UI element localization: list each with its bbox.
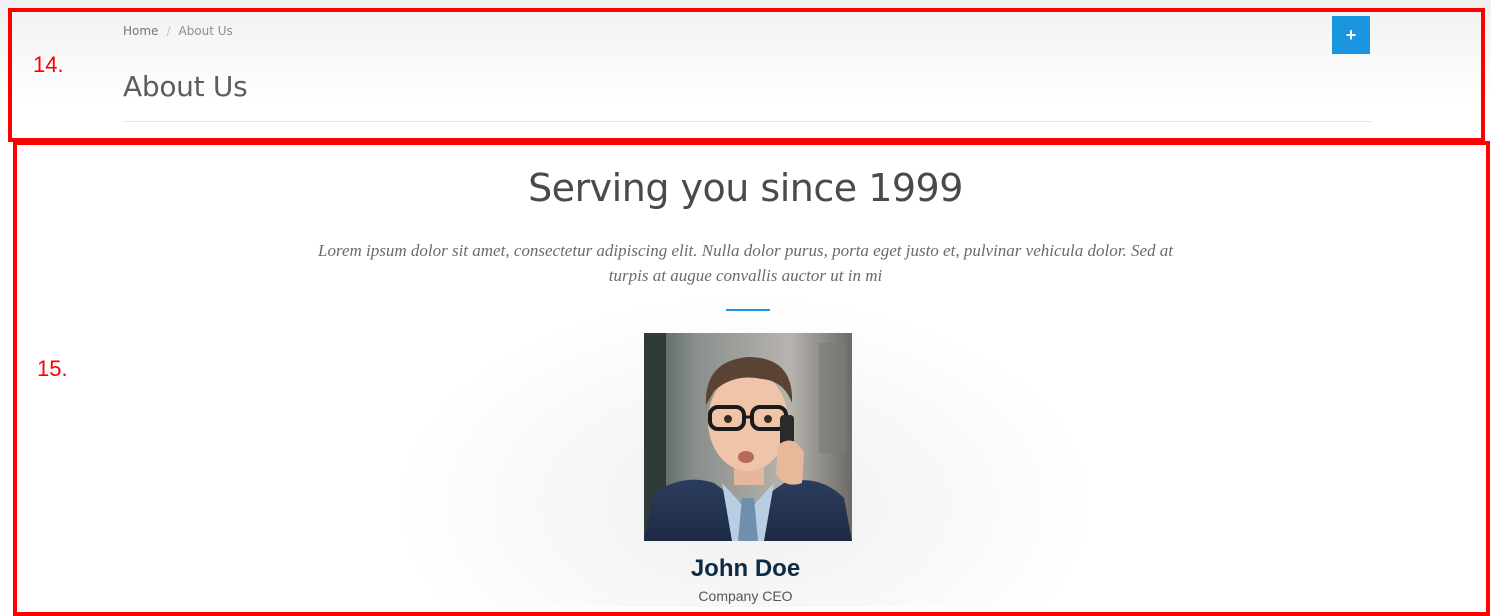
breadcrumb-current: About Us [178, 24, 233, 38]
plus-icon: + [1345, 24, 1357, 45]
page-header: Home / About Us About Us + [0, 0, 1491, 145]
breadcrumb-home-link[interactable]: Home [123, 24, 158, 38]
team-member-role: Company CEO [698, 588, 793, 604]
section-lead: Lorem ipsum dolor sit amet, consectetur … [318, 241, 1173, 285]
breadcrumb-separator: / [166, 24, 171, 38]
section-title: Serving you since 1999 [528, 166, 963, 210]
breadcrumb: Home / About Us [123, 24, 233, 38]
portrait-illustration [644, 333, 852, 541]
about-section: Serving you since 1999 Lorem ipsum dolor… [0, 145, 1491, 607]
header-divider [123, 121, 1372, 122]
plus-button[interactable]: + [1332, 16, 1370, 54]
team-member-name: John Doe [690, 555, 801, 582]
annotation-label-content: 15. [37, 356, 68, 381]
page-title: About Us [123, 70, 248, 103]
accent-divider [726, 309, 770, 311]
team-member-photo [644, 333, 852, 541]
annotation-label-header: 14. [33, 52, 64, 77]
